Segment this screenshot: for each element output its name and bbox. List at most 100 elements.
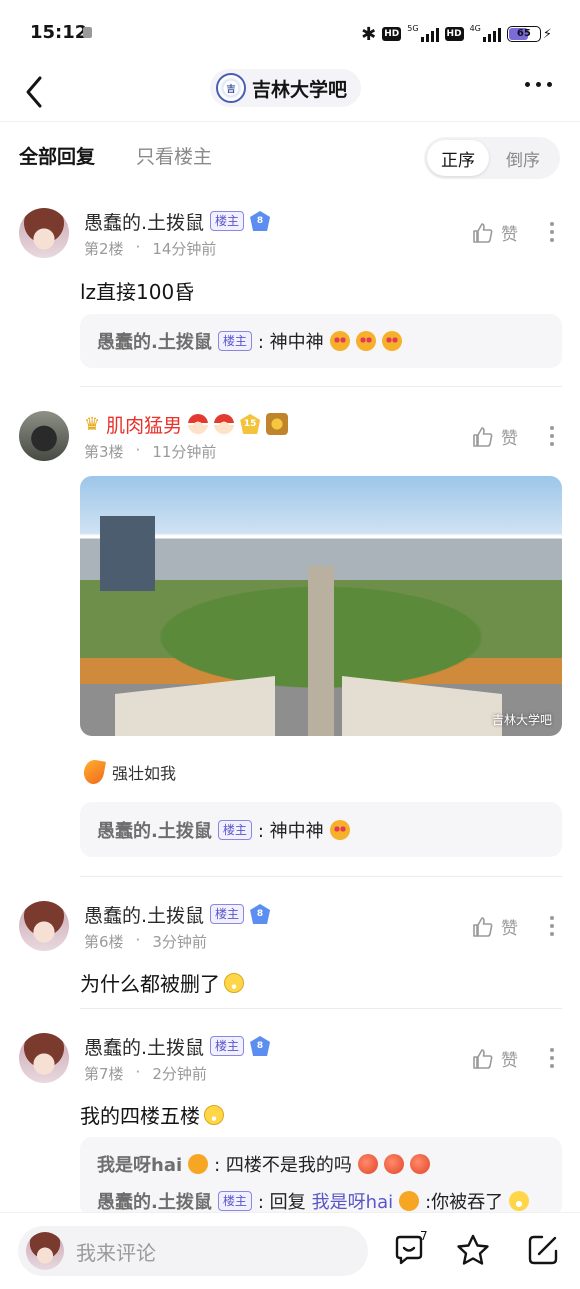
bluetooth-icon: ✱ <box>361 23 377 45</box>
image-watermark: 吉林大学吧 <box>491 713 552 727</box>
order-toggle: 正序 倒序 <box>424 137 560 179</box>
reply-username[interactable]: 愚蠢的.土拨鼠 <box>97 817 212 843</box>
reply-to-username[interactable]: 我是呀hai <box>312 1188 393 1214</box>
angry-emoji-icon <box>409 1154 430 1174</box>
post-time: 14分钟前 <box>152 240 217 258</box>
host-badge: 楼主 <box>217 331 252 351</box>
status-icons: ✱ HD 5G HD 4G 65 ⚡ <box>361 22 552 46</box>
order-asc-button[interactable]: 正序 <box>427 140 489 176</box>
post-content-text: 为什么都被删了 <box>80 972 220 996</box>
floor-number: 第2楼 <box>84 240 124 258</box>
more-options-icon[interactable] <box>525 82 552 87</box>
avatar[interactable] <box>19 901 69 951</box>
heart-eyes-emoji-icon <box>355 331 376 351</box>
order-desc-button[interactable]: 倒序 <box>496 140 550 176</box>
post-divider <box>80 386 562 387</box>
nav-bar: 吉 吉林大学吧 <box>0 66 580 122</box>
reply-box[interactable]: 愚蠢的.土拨鼠 楼主 : 神中神 <box>80 802 562 857</box>
reply-username[interactable]: 愚蠢的.土拨鼠 <box>97 1188 212 1214</box>
forum-name: 吉林大学吧 <box>252 78 348 101</box>
share-icon[interactable] <box>526 1233 560 1267</box>
reply-username[interactable]: 愚蠢的.土拨鼠 <box>97 328 212 354</box>
like-button[interactable]: 赞 <box>471 220 518 245</box>
post-more-icon[interactable] <box>550 426 554 446</box>
reply-text: : 神中神 <box>257 332 324 353</box>
like-button[interactable]: 赞 <box>471 424 518 449</box>
image-road <box>308 566 334 736</box>
meta-dot: · <box>135 1063 141 1081</box>
post-time: 2分钟前 <box>152 1065 207 1083</box>
my-avatar <box>26 1232 64 1270</box>
image-gate-right <box>342 676 502 736</box>
post-more-icon[interactable] <box>550 222 554 242</box>
post-more-icon[interactable] <box>550 1048 554 1068</box>
hd-badge: HD <box>382 27 402 41</box>
tab-host-only[interactable]: 只看楼主 <box>136 142 212 169</box>
reply-item: 我是呀hai : 四楼不是我的吗 <box>97 1151 430 1177</box>
reply-item: 愚蠢的.土拨鼠 楼主 : 神中神 <box>97 817 350 843</box>
comment-input[interactable]: 我来评论 <box>18 1226 368 1276</box>
network-5g-label: 5G <box>407 23 419 33</box>
thumbs-up-icon <box>473 1048 493 1069</box>
status-bar: 15:12 ✱ HD 5G HD 4G 65 ⚡ <box>0 0 580 66</box>
back-icon[interactable] <box>20 72 56 112</box>
avatar[interactable] <box>19 1033 69 1083</box>
filter-bar: 全部回复 只看楼主 正序 倒序 <box>0 122 580 192</box>
post-meta: 第3楼 · 11分钟前 <box>84 441 216 462</box>
reply-text: :你被吞了 <box>425 1192 504 1213</box>
host-badge: 楼主 <box>210 211 245 231</box>
post-divider <box>80 1008 562 1009</box>
reply-username[interactable]: 我是呀hai <box>97 1151 182 1177</box>
thumbs-up-icon <box>473 916 493 937</box>
charging-icon: ⚡ <box>542 26 552 42</box>
medal-icon <box>266 413 289 435</box>
status-time: 15:12 <box>30 22 88 43</box>
signature: 强壮如我 <box>82 758 177 786</box>
tab-all-replies[interactable]: 全部回复 <box>19 142 95 169</box>
username[interactable]: 愚蠢的.土拨鼠 <box>84 1033 204 1060</box>
user-row: ♛ 肌肉猛男 15 <box>84 411 289 438</box>
heart-eyes-emoji-icon <box>329 331 350 351</box>
reply-box[interactable]: 愚蠢的.土拨鼠 楼主 : 神中神 <box>80 314 562 368</box>
cancer-sign-icon <box>188 1154 209 1174</box>
angry-emoji-icon <box>357 1154 378 1174</box>
user-row: 愚蠢的.土拨鼠 楼主 8 <box>84 1033 271 1060</box>
santa-icon <box>214 414 235 434</box>
like-button[interactable]: 赞 <box>471 1046 518 1071</box>
forum-pill[interactable]: 吉 吉林大学吧 <box>210 69 362 107</box>
post-more-icon[interactable] <box>550 916 554 936</box>
username[interactable]: 肌肉猛男 <box>106 411 182 438</box>
like-label: 赞 <box>501 1051 518 1071</box>
network-4g-label: 4G <box>469 23 481 33</box>
username[interactable]: 愚蠢的.土拨鼠 <box>84 208 204 235</box>
post-floor-3: ♛ 肌肉猛男 15 第3楼 · 11分钟前 赞 吉林大学吧 强壮如我 愚蠢的.土… <box>0 396 580 878</box>
meta-dot: · <box>135 238 141 256</box>
flame-icon <box>82 758 106 786</box>
sweat-emoji-icon <box>224 972 244 993</box>
thumbs-up-icon <box>473 222 493 243</box>
image-gate-left <box>115 676 275 736</box>
comment-count-badge: 7 <box>420 1229 428 1243</box>
smile-emoji-icon <box>509 1191 530 1211</box>
battery-icon: 65 <box>506 26 541 42</box>
post-meta: 第6楼 · 3分钟前 <box>84 931 207 952</box>
post-floor-2: 愚蠢的.土拨鼠 楼主 8 第2楼 · 14分钟前 赞 lz直接100昏 愚蠢的.… <box>0 192 580 388</box>
host-badge: 楼主 <box>217 820 252 840</box>
username[interactable]: 愚蠢的.土拨鼠 <box>84 901 204 928</box>
reply-box[interactable]: 我是呀hai : 四楼不是我的吗 愚蠢的.土拨鼠 楼主 : 回复 我是呀hai … <box>80 1137 562 1217</box>
like-label: 赞 <box>501 225 518 245</box>
meta-dot: · <box>135 441 141 459</box>
avatar[interactable] <box>19 208 69 258</box>
image-building <box>100 516 155 591</box>
post-image[interactable]: 吉林大学吧 <box>80 476 562 736</box>
avatar[interactable] <box>19 411 69 461</box>
star-icon[interactable] <box>456 1233 490 1267</box>
heart-eyes-emoji-icon <box>329 820 350 840</box>
floor-number: 第6楼 <box>84 933 124 951</box>
signature-text: 强壮如我 <box>112 764 177 783</box>
host-badge: 楼主 <box>217 1191 252 1211</box>
host-badge: 楼主 <box>210 904 245 924</box>
level-badge: 15 <box>240 414 261 434</box>
cancer-sign-icon <box>399 1191 420 1211</box>
like-button[interactable]: 赞 <box>471 914 518 939</box>
